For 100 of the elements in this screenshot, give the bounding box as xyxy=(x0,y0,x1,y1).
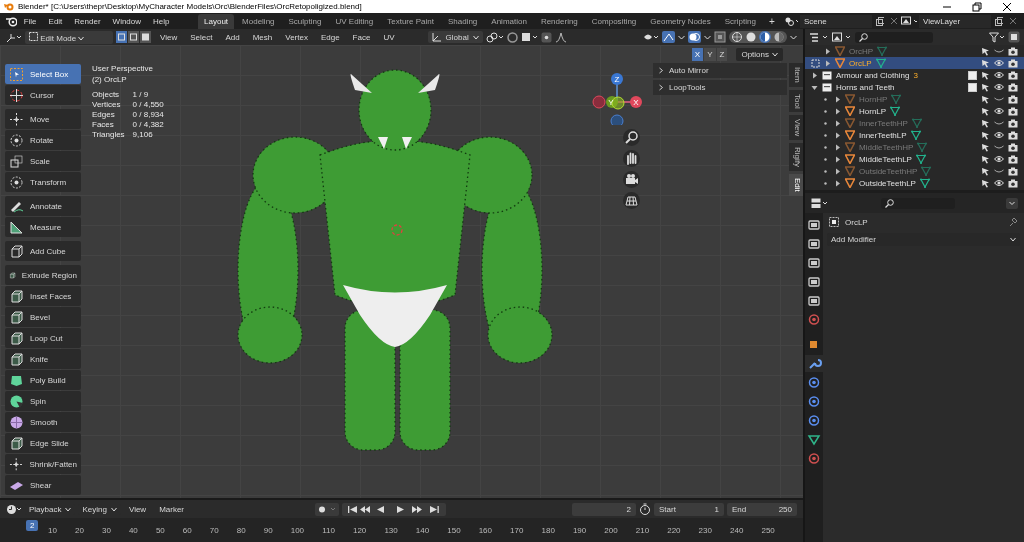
expand-arrow-icon[interactable] xyxy=(834,119,841,127)
outliner-row[interactable]: HornHP xyxy=(805,93,1024,105)
outliner-item-name[interactable]: OutsideTeethLP xyxy=(859,178,916,188)
vertex-select-icon[interactable] xyxy=(116,31,127,43)
menu-item[interactable]: Edge xyxy=(315,30,345,44)
outliner-item-name[interactable]: MiddleTeethLP xyxy=(859,154,912,164)
sidebar-tab[interactable]: Edit xyxy=(789,174,803,197)
wireframe-sphere-icon[interactable] xyxy=(731,31,743,43)
close-icon[interactable] xyxy=(1002,1,1012,12)
gizmo-toggle-icon[interactable] xyxy=(662,31,675,43)
panel-header[interactable]: Auto Mirror xyxy=(653,63,787,78)
hand-icon[interactable] xyxy=(622,150,640,167)
workspace-tab[interactable]: UV Editing xyxy=(329,13,380,29)
workspace-tab[interactable]: Shading xyxy=(441,13,484,29)
blender-logo-icon[interactable] xyxy=(6,15,17,27)
menu-item[interactable]: Select xyxy=(185,30,218,44)
tool-button[interactable]: Move xyxy=(5,109,81,129)
display-mode-icon[interactable] xyxy=(809,31,829,43)
copy-icon[interactable] xyxy=(994,16,1003,26)
filter-icon[interactable] xyxy=(989,31,1005,43)
playback-controls-icon[interactable] xyxy=(342,502,446,516)
menu-item[interactable]: Vertex xyxy=(280,30,313,44)
menu-item[interactable]: UV xyxy=(378,30,400,44)
closed-eye-icon[interactable] xyxy=(994,95,1004,103)
outliner-row[interactable]: OrcHP xyxy=(805,45,1024,57)
tool-button[interactable]: Annotate xyxy=(5,196,81,216)
workspace-tab[interactable]: Texture Paint xyxy=(381,13,440,29)
closed-eye-icon[interactable] xyxy=(994,143,1004,151)
tool-button[interactable]: Inset Faces xyxy=(5,286,81,306)
new-collection-icon[interactable] xyxy=(1008,31,1020,43)
falloff-curve-icon[interactable] xyxy=(554,31,567,43)
mirror-axis-toggle[interactable]: Z xyxy=(716,48,728,61)
wrench-icon[interactable] xyxy=(805,355,823,372)
snap-target-icon[interactable] xyxy=(520,31,538,43)
expand-arrow-icon[interactable] xyxy=(834,95,841,103)
workspace-tab[interactable]: Animation xyxy=(485,13,533,29)
restore-icon[interactable] xyxy=(972,1,982,12)
stopwatch-icon[interactable] xyxy=(639,503,651,515)
sidebar-tab[interactable]: Tool xyxy=(789,89,803,113)
outliner-item-name[interactable]: OrcHP xyxy=(849,46,873,56)
layers-icon[interactable] xyxy=(832,31,852,43)
mirror-axis-toggle[interactable]: Y xyxy=(704,48,716,61)
expand-arrow-icon[interactable] xyxy=(824,59,831,67)
eye-icon[interactable] xyxy=(994,131,1004,139)
outliner-row[interactable]: OutsideTeethHP xyxy=(805,165,1024,177)
solid-sphere-icon[interactable] xyxy=(745,31,757,43)
tool-button[interactable]: Scale xyxy=(5,151,81,171)
menu-item[interactable]: Add xyxy=(220,30,245,44)
tool-button[interactable]: Shrink/Fatten xyxy=(5,454,81,474)
add-modifier-dropdown[interactable]: Add Modifier xyxy=(827,233,1020,246)
pin-icon[interactable] xyxy=(1008,217,1018,227)
eye-icon[interactable] xyxy=(994,179,1004,187)
menu-item[interactable]: View xyxy=(123,502,152,516)
face-select-icon[interactable] xyxy=(140,31,151,43)
workspace-tab[interactable]: Geometry Nodes xyxy=(644,13,717,29)
tool-button[interactable]: Smooth xyxy=(5,412,81,432)
eye-icon[interactable] xyxy=(994,107,1004,115)
axis-gizmo[interactable]: Z Y X xyxy=(588,69,648,125)
copy-icon[interactable] xyxy=(875,16,884,26)
workspace-tab[interactable]: Modeling xyxy=(236,13,281,29)
outliner-row[interactable]: InnerTeethHP xyxy=(805,117,1024,129)
outliner-item-name[interactable]: Armour and Clothing xyxy=(836,70,910,80)
collection-checkbox[interactable] xyxy=(968,70,977,80)
scene-field[interactable]: Scene xyxy=(799,14,872,28)
tool-button[interactable]: Add Cube xyxy=(5,241,81,261)
xray-icon[interactable] xyxy=(714,31,726,43)
sidebar-tab[interactable]: View xyxy=(789,115,803,141)
editor-type-icon[interactable] xyxy=(811,197,829,209)
outliner-row[interactable]: MiddleTeethLP xyxy=(805,153,1024,165)
workspace-tab[interactable]: Compositing xyxy=(585,13,643,29)
eye-icon[interactable] xyxy=(994,83,1004,91)
outliner-item-name[interactable]: HornLP xyxy=(859,106,887,116)
expand-arrow-icon[interactable] xyxy=(811,71,818,79)
edge-select-icon[interactable] xyxy=(128,31,139,43)
workspace-tab[interactable]: Scripting xyxy=(718,13,762,29)
search-field[interactable] xyxy=(855,31,933,43)
mode-dropdown[interactable]: Edit Mode xyxy=(25,30,113,44)
outliner-row[interactable]: HornLP xyxy=(805,105,1024,117)
menu-item[interactable]: Help xyxy=(148,14,175,28)
chevron-down-icon[interactable] xyxy=(790,34,797,40)
end-frame-field[interactable]: End 250 xyxy=(727,502,797,516)
sidebar-tab[interactable]: Item xyxy=(789,63,803,87)
orientation-dropdown[interactable]: Global xyxy=(427,31,483,43)
tool-button[interactable]: Extrude Region xyxy=(5,265,81,285)
menu-item[interactable]: Marker xyxy=(154,502,190,516)
panel-header[interactable]: LoopTools xyxy=(653,80,787,95)
options-dropdown[interactable]: Options xyxy=(736,48,783,61)
menu-item[interactable]: Face xyxy=(347,30,376,44)
rendered-sphere-icon[interactable] xyxy=(773,31,785,43)
add-workspace-button[interactable]: + xyxy=(763,13,780,29)
tool-button[interactable]: Rotate xyxy=(5,130,81,150)
closed-eye-icon[interactable] xyxy=(994,47,1004,55)
record-icon[interactable] xyxy=(315,502,339,516)
collection-checkbox[interactable] xyxy=(968,82,977,92)
workspace-tab[interactable]: Layout xyxy=(198,13,235,29)
tool-button[interactable]: Transform xyxy=(5,172,81,192)
outliner-item-name[interactable]: Horns and Teeth xyxy=(836,82,895,92)
expand-arrow-icon[interactable] xyxy=(834,143,841,151)
outliner-item-name[interactable]: MiddleTeethHP xyxy=(859,142,914,152)
outliner-item-name[interactable]: OutsideTeethHP xyxy=(859,166,918,176)
